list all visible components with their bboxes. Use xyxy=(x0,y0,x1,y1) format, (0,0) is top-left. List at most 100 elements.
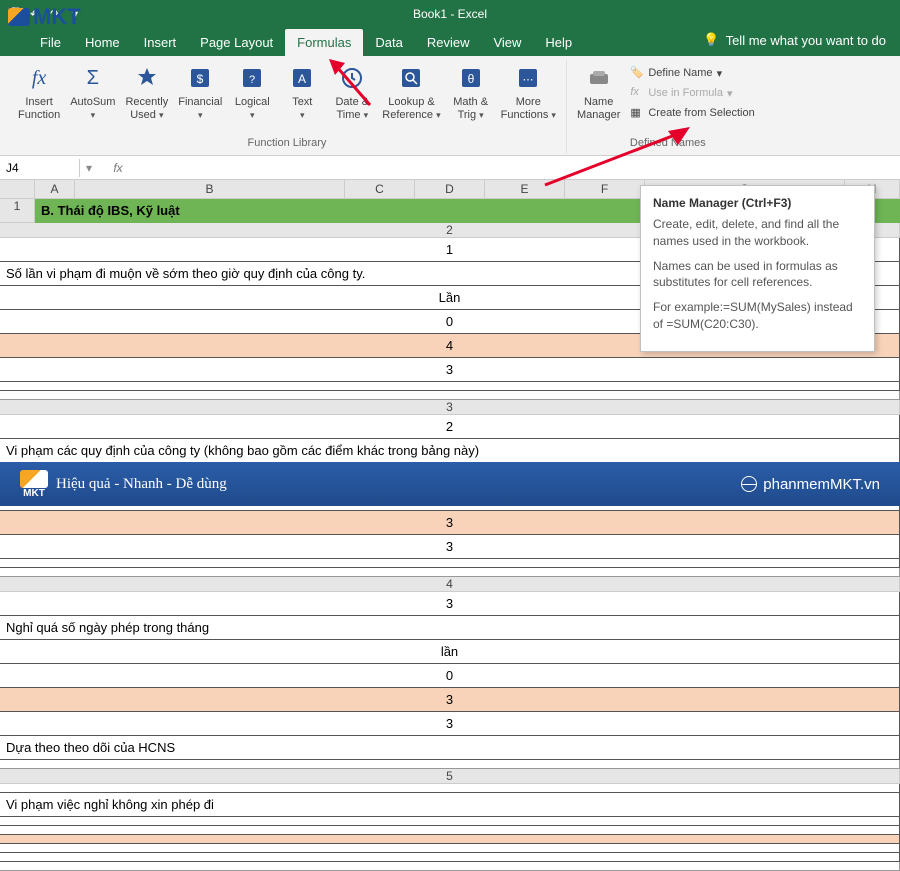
cell[interactable] xyxy=(0,784,900,793)
fx-icon: fx xyxy=(25,64,53,92)
name-box[interactable]: J4 xyxy=(0,159,80,177)
cell[interactable]: 0 xyxy=(0,664,900,688)
chevron-down-icon: ▾ xyxy=(727,87,733,100)
document-title: Book1 - Excel xyxy=(413,7,487,21)
row-header[interactable]: 4 xyxy=(0,577,900,592)
sigma-icon: Σ xyxy=(79,64,107,92)
cell[interactable] xyxy=(0,817,900,826)
define-name-label: Define Name xyxy=(648,67,712,79)
tab-page-layout[interactable]: Page Layout xyxy=(188,29,285,56)
tab-formulas[interactable]: Formulas xyxy=(285,29,363,56)
tooltip-p2: Names can be used in formulas as substit… xyxy=(653,258,862,292)
cell[interactable]: 3 xyxy=(0,358,900,382)
use-in-formula-button[interactable]: fx Use in Formula ▾ xyxy=(628,84,756,102)
use-in-formula-label: Use in Formula xyxy=(648,87,723,99)
tab-view[interactable]: View xyxy=(481,29,533,56)
cell[interactable]: 3 xyxy=(0,592,900,616)
cell[interactable]: lần xyxy=(0,640,900,664)
cell[interactable] xyxy=(0,382,900,391)
name-manager-icon xyxy=(585,64,613,92)
cell[interactable]: Dựa theo theo dõi của HCNS xyxy=(0,736,900,760)
tab-file[interactable]: File xyxy=(28,29,73,56)
svg-text:A: A xyxy=(298,72,306,86)
financial-button[interactable]: $ Financial▾ xyxy=(174,62,226,124)
cell[interactable]: 3 xyxy=(0,535,900,559)
cell[interactable] xyxy=(0,835,900,844)
tell-me-search[interactable]: 💡 Tell me what you want to do xyxy=(703,32,886,48)
svg-text:⋯: ⋯ xyxy=(523,74,534,86)
name-manager-button[interactable]: Name Manager xyxy=(573,62,624,124)
formula-bar-row: J4 ▾ fx xyxy=(0,156,900,180)
svg-text:?: ? xyxy=(249,74,255,86)
insert-function-button[interactable]: fx Insert Function xyxy=(14,62,64,124)
cell[interactable]: Nghỉ quá số ngày phép trong tháng xyxy=(0,616,900,640)
col-header-d[interactable]: D xyxy=(415,180,485,199)
globe-icon xyxy=(741,476,757,492)
row-header-1[interactable]: 1 xyxy=(0,199,35,223)
cell[interactable]: Vi phạm việc nghỉ không xin phép đi xyxy=(0,793,900,817)
formula-bar-input[interactable] xyxy=(138,166,900,170)
tab-data[interactable]: Data xyxy=(363,29,414,56)
select-all-corner[interactable] xyxy=(0,180,35,199)
cell[interactable] xyxy=(0,391,900,400)
tab-help[interactable]: Help xyxy=(533,29,584,56)
col-header-c[interactable]: C xyxy=(345,180,415,199)
footer-site-text: phanmemMKT.vn xyxy=(763,476,880,493)
tab-review[interactable]: Review xyxy=(415,29,482,56)
math-trig-button[interactable]: θ Math & Trig ▾ xyxy=(447,62,495,124)
text-label: Text xyxy=(292,96,312,108)
more-functions-label: More Functions xyxy=(501,96,549,121)
fx-small-icon: fx xyxy=(630,86,644,100)
tooltip-p1: Create, edit, delete, and find all the n… xyxy=(653,216,862,250)
group-function-library: fx Insert Function Σ AutoSum▾ Recently U… xyxy=(8,60,567,153)
cell[interactable]: 3 xyxy=(0,511,900,535)
footer-logo-text: MKT xyxy=(23,488,45,499)
create-from-selection-button[interactable]: ▦ Create from Selection xyxy=(628,104,756,122)
selection-icon: ▦ xyxy=(630,106,644,120)
logical-button[interactable]: ? Logical▾ xyxy=(228,62,276,124)
ribbon: fx Insert Function Σ AutoSum▾ Recently U… xyxy=(0,56,900,156)
recently-used-button[interactable]: Recently Used ▾ xyxy=(121,62,172,124)
name-manager-label: Name Manager xyxy=(577,96,620,122)
row-header[interactable]: 3 xyxy=(0,400,900,415)
lookup-reference-button[interactable]: Lookup & Reference ▾ xyxy=(378,62,444,124)
annotation-arrow-1 xyxy=(325,55,385,115)
cell[interactable] xyxy=(0,862,900,871)
svg-text:$: $ xyxy=(197,72,204,86)
cell[interactable]: 2 xyxy=(0,415,900,439)
fx-label[interactable]: fx xyxy=(98,161,138,175)
mkt-logo-text: MKT xyxy=(33,4,81,30)
financial-label: Financial xyxy=(178,96,222,108)
more-icon: ⋯ xyxy=(514,64,542,92)
insert-function-label: Insert Function xyxy=(18,96,60,122)
cell[interactable]: Vi phạm các quy định của công ty (không … xyxy=(0,439,900,463)
autosum-button[interactable]: Σ AutoSum▾ xyxy=(66,62,119,124)
cell[interactable] xyxy=(0,853,900,862)
row-header[interactable]: 5 xyxy=(0,769,900,784)
cell[interactable]: 3 xyxy=(0,712,900,736)
more-functions-button[interactable]: ⋯ More Functions ▾ xyxy=(497,62,560,124)
cell[interactable] xyxy=(0,844,900,853)
tab-insert[interactable]: Insert xyxy=(132,29,189,56)
cell[interactable] xyxy=(0,568,900,577)
cell[interactable] xyxy=(0,559,900,568)
footer-site[interactable]: phanmemMKT.vn xyxy=(741,476,880,493)
col-header-a[interactable]: A xyxy=(35,180,75,199)
col-header-b[interactable]: B xyxy=(75,180,345,199)
name-box-dropdown-icon[interactable]: ▾ xyxy=(80,161,98,175)
tell-me-label: Tell me what you want to do xyxy=(726,33,886,48)
star-icon xyxy=(133,64,161,92)
text-icon: A xyxy=(288,64,316,92)
logical-label: Logical xyxy=(235,96,270,108)
theta-icon: θ xyxy=(457,64,485,92)
logical-icon: ? xyxy=(238,64,266,92)
tab-home[interactable]: Home xyxy=(73,29,132,56)
create-from-selection-label: Create from Selection xyxy=(648,107,754,119)
define-name-button[interactable]: 🏷️ Define Name ▾ xyxy=(628,64,756,82)
text-button[interactable]: A Text▾ xyxy=(278,62,326,124)
cell[interactable] xyxy=(0,760,900,769)
cell[interactable]: 3 xyxy=(0,688,900,712)
cell[interactable] xyxy=(0,826,900,835)
lookup-label: Lookup & Reference xyxy=(382,96,434,121)
svg-text:θ: θ xyxy=(467,72,474,86)
